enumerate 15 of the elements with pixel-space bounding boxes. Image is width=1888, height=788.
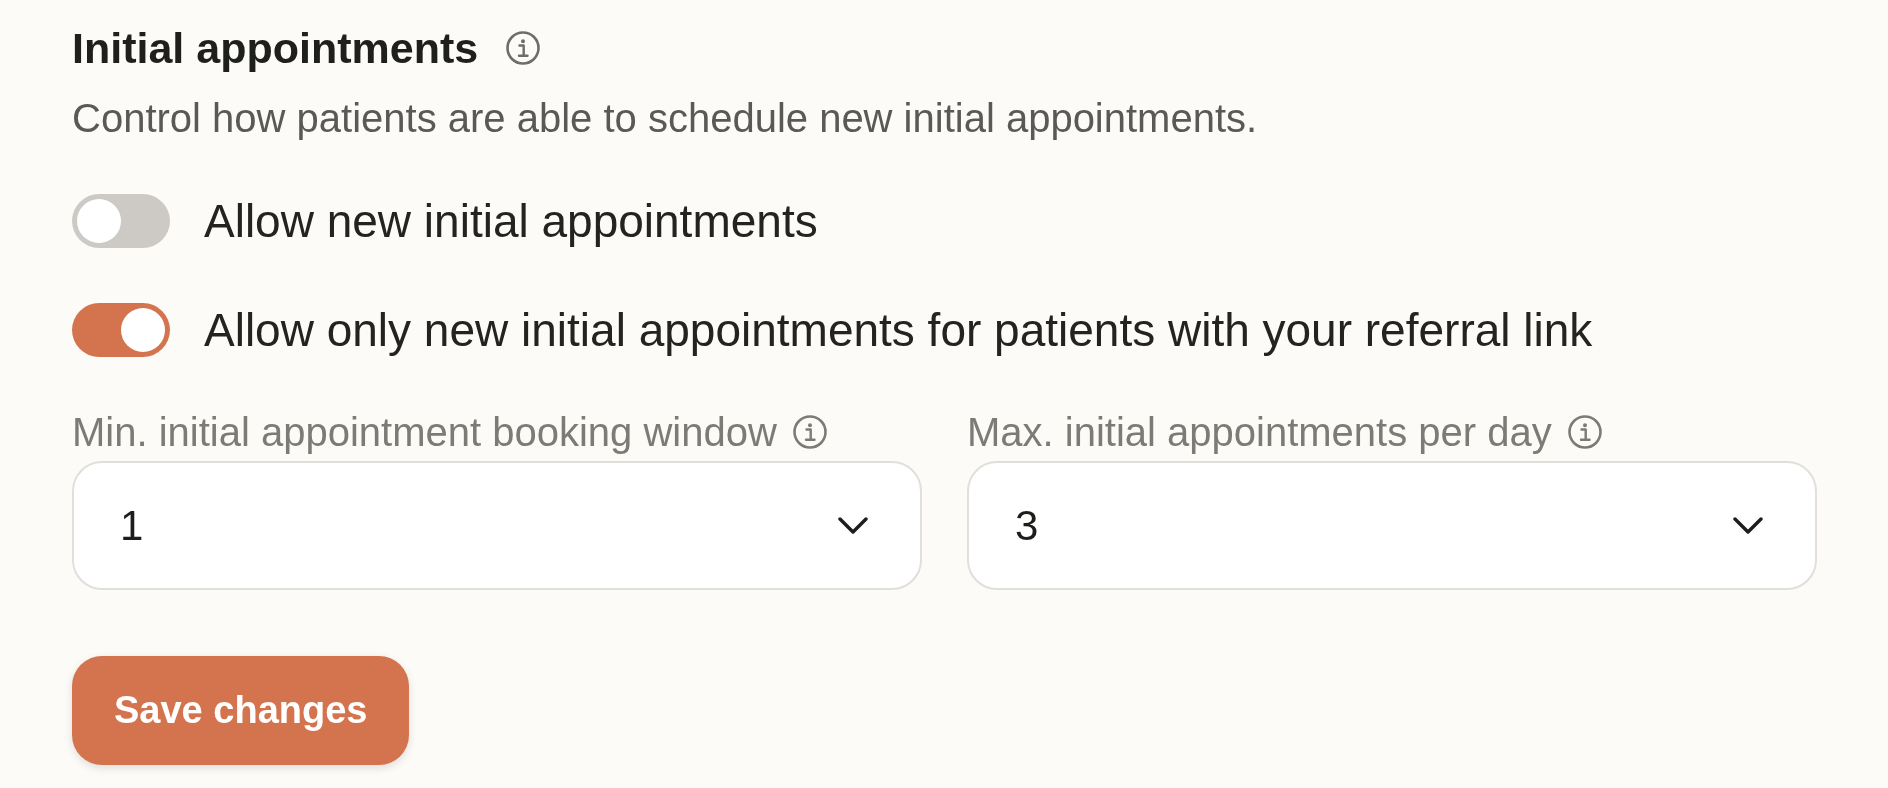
select-field[interactable]: 1	[72, 461, 922, 590]
toggle-switch[interactable]	[72, 194, 170, 248]
select-field[interactable]: 3	[967, 461, 1817, 590]
section-title: Initial appointments	[72, 26, 479, 70]
field-label: Max. initial appointments per day	[967, 412, 1552, 452]
section-description: Control how patients are able to schedule new initial appointments.	[72, 98, 1258, 138]
chevron-down-icon	[1733, 516, 1763, 535]
toggle-label: Allow only new initial appointments for patients with your referral link	[204, 304, 1593, 356]
info-icon[interactable]	[1567, 415, 1602, 449]
toggle-label: Allow new initial appointments	[204, 195, 818, 247]
chevron-down-icon	[838, 516, 868, 535]
field-label: Min. initial appointment booking window	[72, 412, 777, 452]
toggle-switch[interactable]	[72, 303, 170, 357]
info-icon[interactable]	[792, 415, 827, 449]
info-icon[interactable]	[506, 31, 541, 65]
